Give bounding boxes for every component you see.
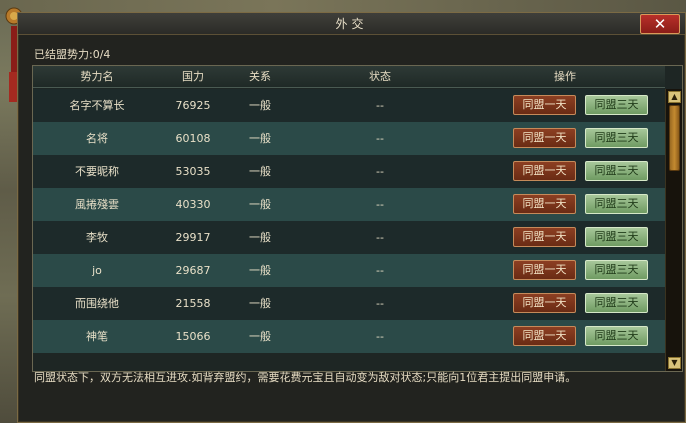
faction-status: -- [376,297,384,310]
ally-three-day-button[interactable]: 同盟三天 [585,227,648,247]
table-row: 而围绕他 21558 一般 -- 同盟一天 同盟三天 [33,287,665,320]
ally-three-day-button[interactable]: 同盟三天 [585,293,648,313]
faction-relation: 一般 [249,165,271,178]
faction-relation: 一般 [249,132,271,145]
faction-relation: 一般 [249,330,271,343]
window-titlebar: 外交 [18,13,685,35]
faction-status: -- [376,231,384,244]
faction-name: 李牧 [86,231,108,244]
ally-three-day-button[interactable]: 同盟三天 [585,95,648,115]
ally-one-day-button[interactable]: 同盟一天 [513,260,576,280]
table-row: 名字不算长 76925 一般 -- 同盟一天 同盟三天 [33,89,665,122]
window-title: 外交 [335,17,368,31]
ally-one-day-button[interactable]: 同盟一天 [513,293,576,313]
faction-name: 不要昵称 [75,165,119,178]
faction-table: 势力名 国力 关系 状态 操作 名字不算长 76925 一般 -- 同盟一天 同… [32,65,683,372]
faction-status: -- [376,330,384,343]
faction-power: 29687 [175,264,211,277]
faction-name: 名字不算长 [69,99,125,112]
faction-status: -- [376,198,384,211]
faction-power: 53035 [175,165,211,178]
ally-one-day-button[interactable]: 同盟一天 [513,161,576,181]
diplomacy-window: 外交 ✕ 已结盟势力:0/4 势力名 国力 关系 状态 操作 名字不算长 769… [17,12,686,423]
ally-one-day-button[interactable]: 同盟一天 [513,326,576,346]
table-rows: 名字不算长 76925 一般 -- 同盟一天 同盟三天 名将 60108 一般 … [33,89,665,371]
ally-one-day-button[interactable]: 同盟一天 [513,227,576,247]
table-row: 名将 60108 一般 -- 同盟一天 同盟三天 [33,122,665,155]
header-ops: 操作 [554,70,576,83]
ally-three-day-button[interactable]: 同盟三天 [585,260,648,280]
faction-power: 60108 [175,132,211,145]
header-status: 状态 [369,70,391,83]
ally-one-day-button[interactable]: 同盟一天 [513,95,576,115]
faction-name: 名将 [86,132,108,145]
faction-relation: 一般 [249,198,271,211]
faction-status: -- [376,99,384,112]
table-header: 势力名 国力 关系 状态 操作 [33,66,665,88]
header-power: 国力 [182,70,204,83]
faction-relation: 一般 [249,99,271,112]
scroll-thumb[interactable] [669,105,680,171]
ally-one-day-button[interactable]: 同盟一天 [513,194,576,214]
header-relation: 关系 [249,70,271,83]
table-row: 李牧 29917 一般 -- 同盟一天 同盟三天 [33,221,665,254]
faction-power: 40330 [175,198,211,211]
ally-one-day-button[interactable]: 同盟一天 [513,128,576,148]
scroll-up-icon[interactable]: ▲ [668,91,681,103]
faction-power: 29917 [175,231,211,244]
table-scrollbar[interactable]: ▲ ▼ [665,89,682,371]
faction-relation: 一般 [249,297,271,310]
ally-three-day-button[interactable]: 同盟三天 [585,326,648,346]
faction-name: 而围绕他 [75,297,119,310]
faction-name: jo [92,264,102,277]
ally-three-day-button[interactable]: 同盟三天 [585,161,648,181]
alliance-count: 已结盟势力:0/4 [34,48,111,61]
close-button[interactable]: ✕ [640,14,680,34]
faction-power: 76925 [175,99,211,112]
faction-name: 神笔 [86,330,108,343]
faction-status: -- [376,165,384,178]
faction-relation: 一般 [249,264,271,277]
faction-name: 風捲殘雲 [75,198,119,211]
scroll-down-icon[interactable]: ▼ [668,357,681,369]
table-row: 風捲殘雲 40330 一般 -- 同盟一天 同盟三天 [33,188,665,221]
table-row: 不要昵称 53035 一般 -- 同盟一天 同盟三天 [33,155,665,188]
faction-power: 21558 [175,297,211,310]
alliance-rules-note: 同盟状态下，双方无法相互进攻.如背弃盟约，需要花费元宝且自动变为敌对状态;只能向… [34,371,577,384]
close-icon: ✕ [653,15,667,33]
table-row: jo 29687 一般 -- 同盟一天 同盟三天 [33,254,665,287]
table-row: 神笔 15066 一般 -- 同盟一天 同盟三天 [33,320,665,353]
header-name: 势力名 [80,70,114,83]
faction-status: -- [376,132,384,145]
faction-relation: 一般 [249,231,271,244]
faction-power: 15066 [175,330,211,343]
ally-three-day-button[interactable]: 同盟三天 [585,128,648,148]
ally-three-day-button[interactable]: 同盟三天 [585,194,648,214]
faction-status: -- [376,264,384,277]
